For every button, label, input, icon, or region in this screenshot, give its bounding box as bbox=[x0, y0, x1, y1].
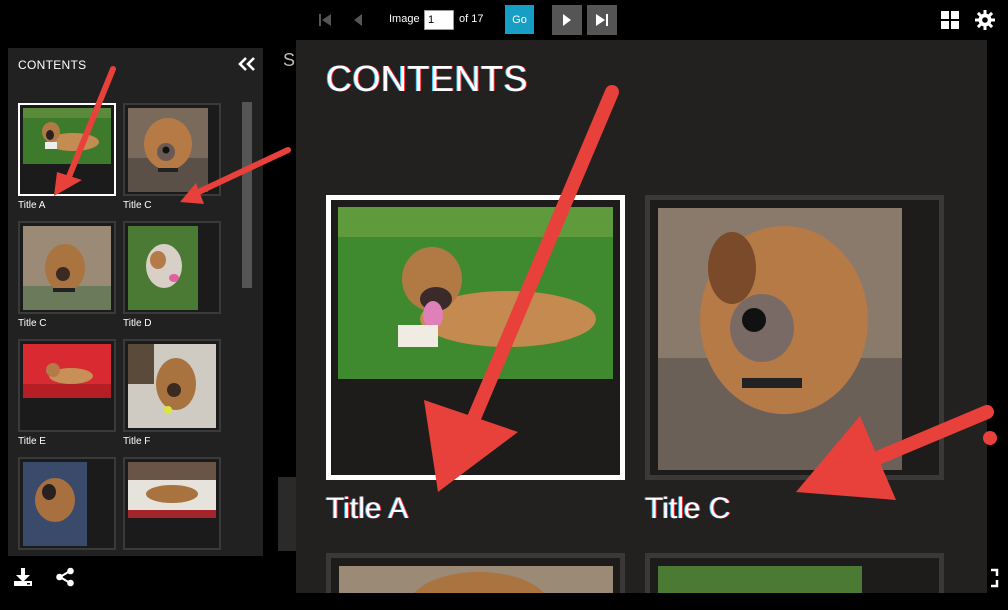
zoom-thumbnail-item[interactable] bbox=[326, 553, 625, 593]
page-count-label: of 17 bbox=[459, 13, 484, 25]
thumbnail-label: Title C bbox=[123, 200, 152, 211]
zoom-thumbnail-label: Title C bbox=[645, 492, 731, 525]
triangle-right-icon bbox=[563, 14, 571, 26]
settings-button[interactable] bbox=[971, 6, 999, 34]
zoom-thumbnail-title-c[interactable] bbox=[645, 195, 944, 480]
grid-view-button[interactable] bbox=[938, 8, 962, 32]
zoom-thumbnail-label: Title A bbox=[326, 492, 409, 525]
triangle-left-icon bbox=[354, 14, 362, 26]
thumbnail-title-a[interactable] bbox=[18, 103, 116, 196]
zoom-thumbnail-photo bbox=[338, 207, 613, 379]
thumbnail-title-e[interactable] bbox=[18, 339, 116, 432]
thumbnail-photo bbox=[128, 462, 216, 518]
right-edge-strip bbox=[987, 40, 1008, 610]
thumbnail-photo bbox=[23, 462, 87, 546]
main-viewer-panel bbox=[278, 477, 296, 551]
download-button[interactable] bbox=[12, 566, 34, 588]
first-page-button[interactable] bbox=[312, 5, 338, 35]
thumbnail-photo bbox=[23, 226, 111, 310]
skip-first-icon bbox=[319, 14, 331, 26]
zoom-title: CONTENTS bbox=[326, 58, 528, 99]
thumbnail-item[interactable] bbox=[18, 457, 116, 550]
thumbnail-title-d[interactable] bbox=[123, 221, 221, 314]
thumbnail-photo bbox=[128, 226, 198, 310]
double-chevron-left-icon bbox=[238, 57, 255, 71]
last-page-button[interactable] bbox=[587, 5, 617, 35]
skip-last-icon bbox=[596, 14, 608, 26]
thumbnail-photo bbox=[128, 108, 208, 192]
thumbnail-title-c-2[interactable] bbox=[18, 221, 116, 314]
download-icon bbox=[14, 568, 32, 586]
fullscreen-icon bbox=[991, 568, 999, 588]
zoom-thumbnail-photo bbox=[658, 566, 862, 593]
top-toolbar: Image of 17 Go bbox=[0, 0, 1008, 40]
sidebar-title: CONTENTS bbox=[18, 58, 87, 72]
fullscreen-button[interactable] bbox=[982, 568, 1002, 588]
zoomed-contents-view: CONTENTS Title A Title C bbox=[296, 40, 987, 593]
share-button[interactable] bbox=[54, 566, 76, 588]
next-page-button[interactable] bbox=[552, 5, 582, 35]
previous-page-button[interactable] bbox=[346, 5, 370, 35]
page-number-input[interactable] bbox=[424, 10, 454, 30]
zoom-thumbnail-photo bbox=[339, 566, 613, 593]
scrollbar-thumb[interactable] bbox=[242, 102, 252, 288]
thumbnail-photo bbox=[23, 344, 111, 398]
thumbnail-label: Title C bbox=[18, 318, 47, 329]
image-label: Image bbox=[389, 13, 420, 25]
gear-icon bbox=[975, 10, 995, 30]
thumbnail-item[interactable] bbox=[123, 457, 221, 550]
zoom-thumbnail-title-a[interactable] bbox=[326, 195, 625, 480]
main-viewer-text: S bbox=[283, 50, 296, 70]
thumbnail-title-f[interactable] bbox=[123, 339, 221, 432]
go-button[interactable]: Go bbox=[505, 5, 534, 34]
thumbnail-label: Title F bbox=[123, 436, 151, 447]
sidebar-scrollbar[interactable] bbox=[242, 102, 252, 552]
share-icon bbox=[56, 567, 74, 587]
thumbnail-label: Title A bbox=[18, 200, 46, 211]
collapse-sidebar-button[interactable] bbox=[236, 54, 258, 74]
thumbnail-photo bbox=[23, 108, 111, 164]
thumbnail-title-c[interactable] bbox=[123, 103, 221, 196]
thumbnail-photo bbox=[128, 344, 216, 428]
thumbnail-label: Title D bbox=[123, 318, 152, 329]
grid-icon bbox=[941, 11, 959, 29]
thumbnail-label: Title E bbox=[18, 436, 46, 447]
zoom-thumbnail-photo bbox=[658, 208, 902, 470]
zoom-thumbnail-item[interactable] bbox=[645, 553, 944, 593]
